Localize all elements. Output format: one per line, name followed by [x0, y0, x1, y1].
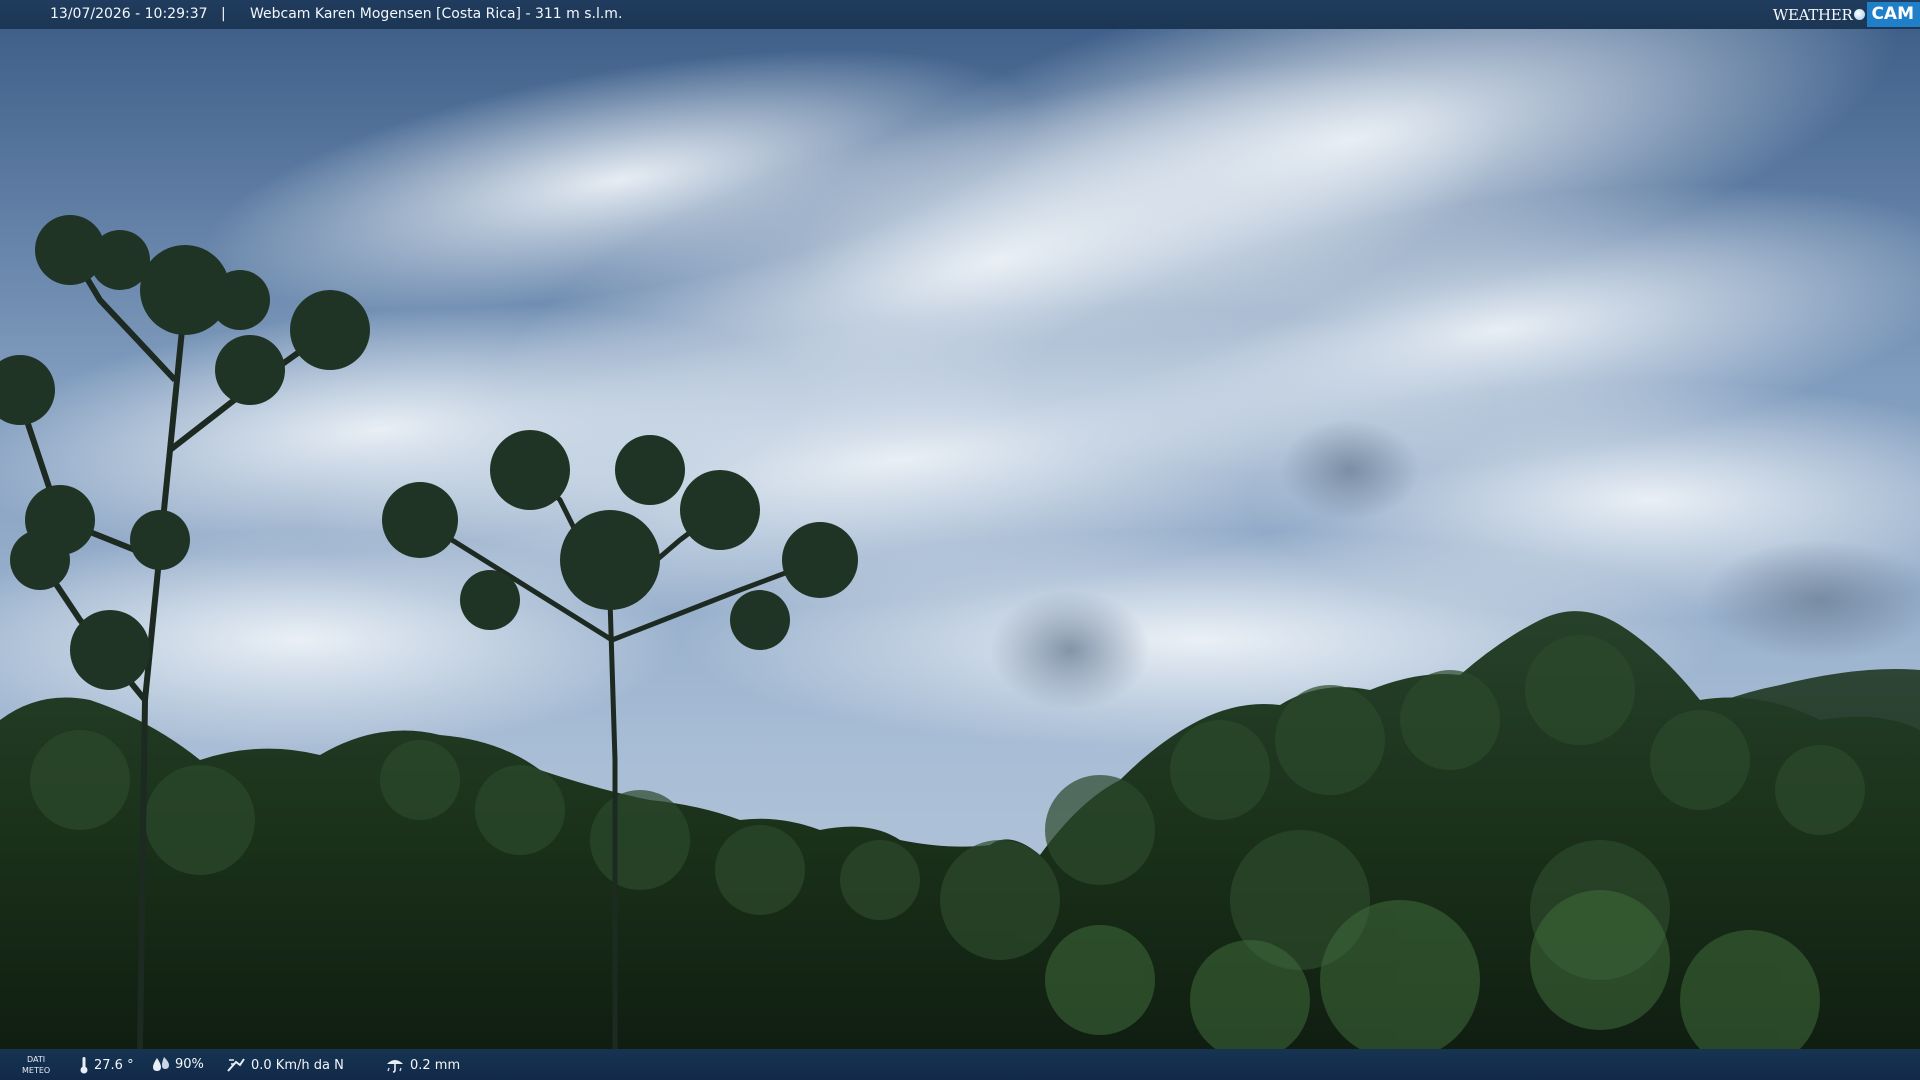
- datetime-stamp: 13/07/2026 - 10:29:37: [50, 6, 208, 22]
- rain-readout: 0.2 mm: [385, 1056, 460, 1074]
- dati-label-line2: METEO: [22, 1066, 51, 1075]
- dati-meteo-label: DATI METEO: [22, 1054, 50, 1076]
- rain-icon: [387, 1060, 403, 1073]
- wind-value: 0.0 Km/h da N: [251, 1057, 344, 1073]
- temperature-value: 27.6 °: [94, 1057, 134, 1073]
- title-separator: |: [221, 6, 226, 22]
- humidity-value: 90%: [175, 1056, 204, 1072]
- wind-readout: 0.0 Km/h da N: [226, 1056, 344, 1074]
- humidity-drop-icon: [153, 1057, 169, 1071]
- humidity-readout: 90%: [152, 1056, 204, 1072]
- wind-icon: [227, 1058, 245, 1072]
- thermometer-icon: [80, 1057, 88, 1074]
- temperature-readout: 27.6 °: [79, 1056, 134, 1074]
- weathercam-logo: WEATHER CAM: [1773, 0, 1920, 29]
- webcam-scene: [0, 0, 1920, 1080]
- logo-weather-text: WEATHER: [1772, 5, 1853, 24]
- bottom-overlay-bar: DATI METEO 27.6 ° 90% 0.0 Km/h da N 0.2 …: [0, 1049, 1920, 1080]
- rain-value: 0.2 mm: [410, 1057, 461, 1073]
- logo-cam-text: CAM: [1867, 2, 1920, 27]
- top-overlay-bar: 13/07/2026 - 10:29:37 | Webcam Karen Mog…: [0, 0, 1920, 29]
- logo-dot-icon: [1854, 9, 1866, 20]
- dati-label-line1: DATI: [27, 1055, 46, 1064]
- camera-title: Webcam Karen Mogensen [Costa Rica] - 311…: [250, 6, 623, 22]
